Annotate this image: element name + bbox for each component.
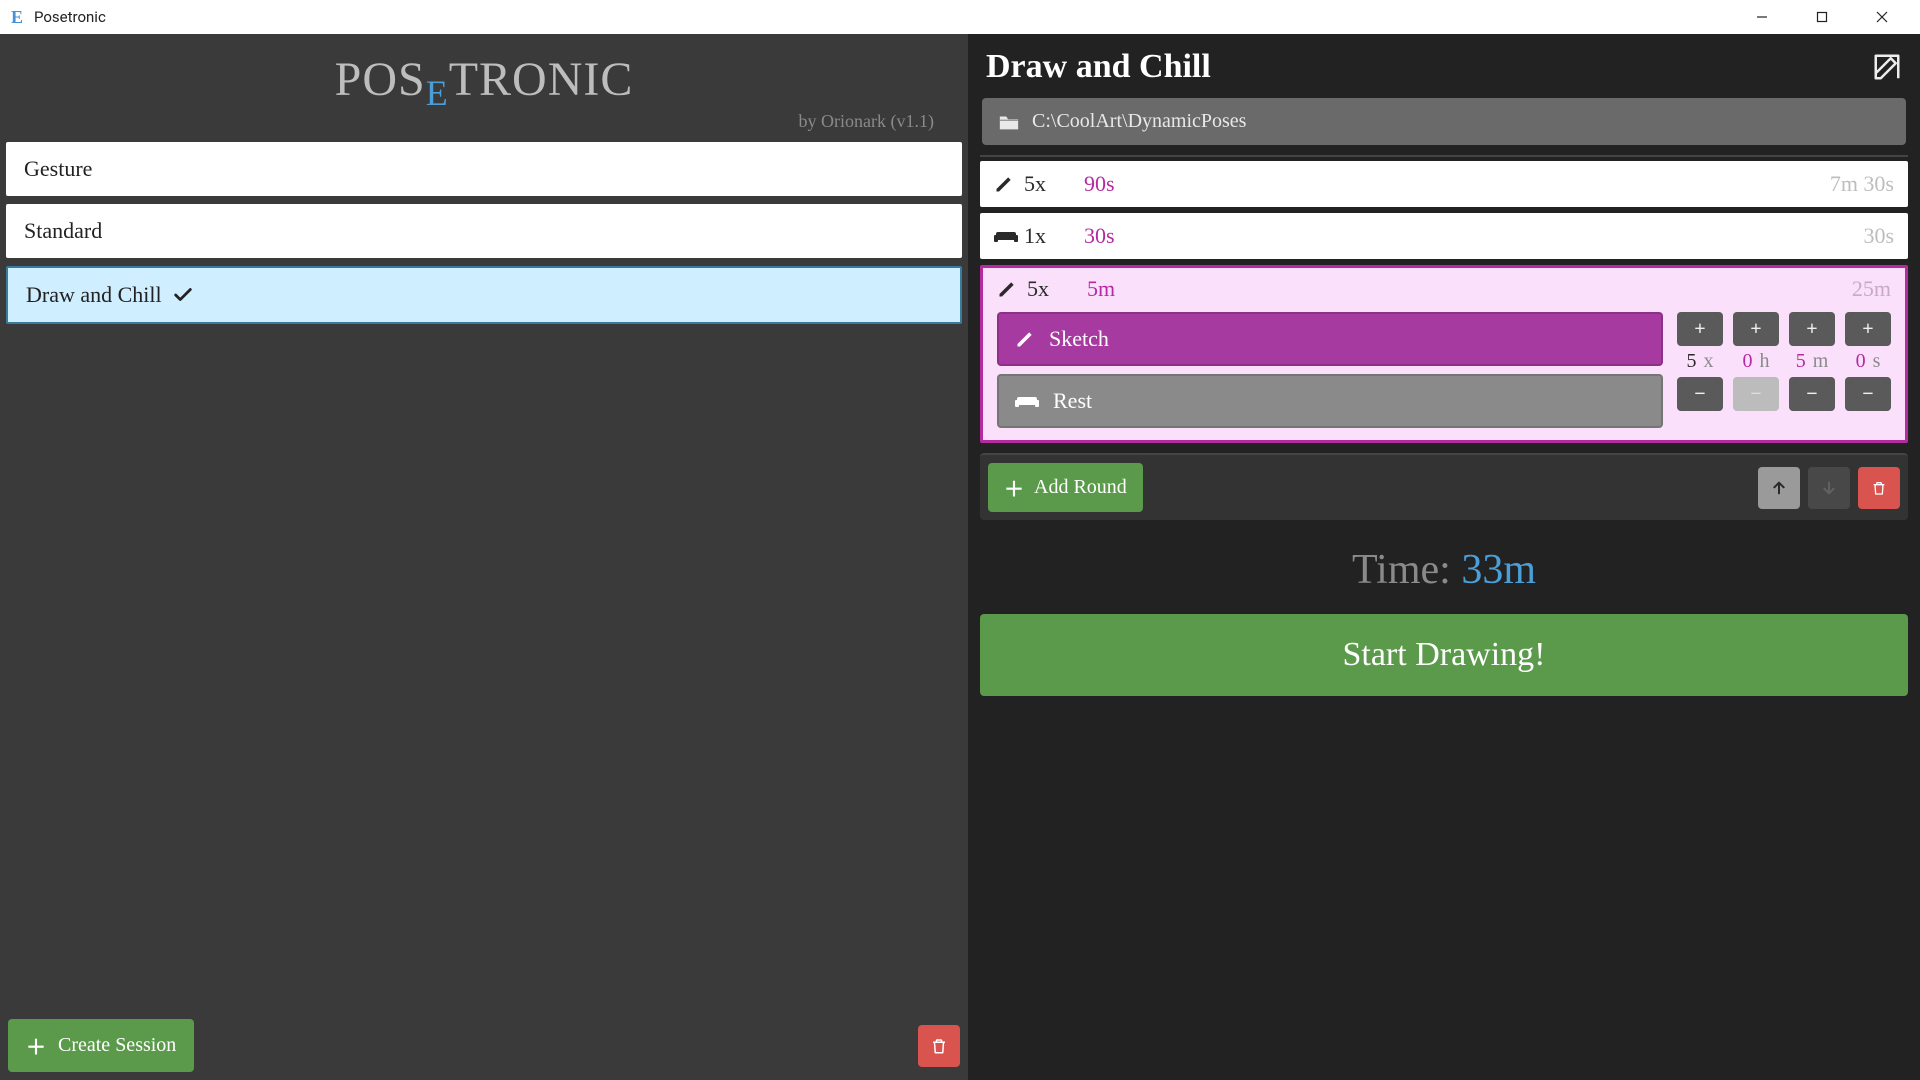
round-row[interactable]: 1x 30s 30s <box>980 213 1908 259</box>
round-total: 30s <box>1863 223 1894 249</box>
round-total: 25m <box>1852 276 1891 302</box>
titlebar: E Posetronic <box>0 0 1920 34</box>
count-plus-button[interactable]: + <box>1677 312 1723 346</box>
round-row[interactable]: 5x 90s 7m 30s <box>980 161 1908 207</box>
minimize-button[interactable] <box>1732 0 1792 34</box>
count-minus-button[interactable]: − <box>1677 377 1723 411</box>
pencil-icon <box>994 174 1024 194</box>
pencil-icon <box>997 279 1027 299</box>
logo-e: E <box>426 73 449 113</box>
check-icon <box>172 284 194 306</box>
arrow-up-icon <box>1771 480 1787 496</box>
trash-icon <box>1871 479 1887 497</box>
mode-rest-button[interactable]: Rest <box>997 374 1663 428</box>
arrow-down-icon <box>1821 480 1837 496</box>
round-action-bar: ＋ Add Round <box>980 453 1908 520</box>
total-time-label: Time: <box>1352 547 1461 593</box>
move-up-button[interactable] <box>1758 467 1800 509</box>
session-item-draw-and-chill[interactable]: Draw and Chill <box>6 266 962 324</box>
start-drawing-button[interactable]: Start Drawing! <box>980 614 1908 696</box>
minutes-value: 5 m <box>1796 350 1829 373</box>
round-duration: 5m <box>1087 276 1115 302</box>
trash-icon <box>930 1036 948 1056</box>
session-list: Gesture Standard Draw and Chill <box>0 142 968 332</box>
hours-stepper: + 0 h − <box>1733 312 1779 428</box>
session-item-standard[interactable]: Standard <box>6 204 962 258</box>
minutes-plus-button[interactable]: + <box>1789 312 1835 346</box>
byline: by Orionark (v1.1) <box>0 107 968 142</box>
app-icon: E <box>8 8 26 26</box>
logo-part1: POS <box>335 53 426 106</box>
round-duration: 30s <box>1084 223 1115 249</box>
folder-path: C:\CoolArt\DynamicPoses <box>1032 110 1246 133</box>
round-total: 7m 30s <box>1830 171 1894 197</box>
logo-part2: TRONIC <box>449 53 634 106</box>
delete-session-button[interactable] <box>918 1025 960 1067</box>
maximize-button[interactable] <box>1792 0 1852 34</box>
rounds-list: 5x 90s 7m 30s 1x 30s 30s 5x <box>980 155 1908 449</box>
session-item-gesture[interactable]: Gesture <box>6 142 962 196</box>
minutes-minus-button[interactable]: − <box>1789 377 1835 411</box>
couch-icon <box>1015 392 1039 410</box>
session-title: Draw and Chill <box>986 48 1211 86</box>
move-down-button[interactable] <box>1808 467 1850 509</box>
session-label: Draw and Chill <box>26 282 162 308</box>
round-duration: 90s <box>1084 171 1115 197</box>
plus-icon: ＋ <box>26 1031 46 1060</box>
folder-icon <box>998 112 1020 132</box>
window-title: Posetronic <box>34 8 106 26</box>
right-panel: Draw and Chill C:\CoolArt\DynamicPoses 5… <box>968 34 1920 1080</box>
seconds-minus-button[interactable]: − <box>1845 377 1891 411</box>
folder-selector[interactable]: C:\CoolArt\DynamicPoses <box>982 98 1906 145</box>
plus-icon: ＋ <box>1004 473 1024 502</box>
couch-icon <box>994 226 1024 246</box>
mode-sketch-button[interactable]: Sketch <box>997 312 1663 366</box>
delete-round-button[interactable] <box>1858 467 1900 509</box>
minutes-stepper: + 5 m − <box>1789 312 1835 428</box>
app-logo: POSETRONIC <box>0 52 968 107</box>
total-time-value: 33m <box>1461 547 1536 593</box>
create-session-button[interactable]: ＋ Create Session <box>8 1019 194 1072</box>
close-button[interactable] <box>1852 0 1912 34</box>
total-time: Time: 33m <box>968 546 1920 594</box>
count-stepper: + 5 x − <box>1677 312 1723 428</box>
hours-plus-button[interactable]: + <box>1733 312 1779 346</box>
seconds-stepper: + 0 s − <box>1845 312 1891 428</box>
create-session-label: Create Session <box>58 1034 176 1057</box>
session-label: Gesture <box>24 156 92 182</box>
round-count: 5x <box>1024 171 1084 197</box>
seconds-plus-button[interactable]: + <box>1845 312 1891 346</box>
round-count: 5x <box>1027 276 1087 302</box>
hours-value: 0 h <box>1743 350 1770 373</box>
add-round-button[interactable]: ＋ Add Round <box>988 463 1143 512</box>
session-label: Standard <box>24 218 102 244</box>
mode-label: Sketch <box>1049 326 1109 352</box>
seconds-value: 0 s <box>1856 350 1881 373</box>
add-round-label: Add Round <box>1034 476 1127 499</box>
left-panel: POSETRONIC by Orionark (v1.1) Gesture St… <box>0 34 968 1080</box>
count-value: 5 x <box>1687 350 1714 373</box>
edit-title-button[interactable] <box>1872 52 1902 82</box>
round-count: 1x <box>1024 223 1084 249</box>
left-bottom-bar: ＋ Create Session <box>0 1011 968 1080</box>
pencil-icon <box>1015 329 1035 349</box>
round-row-selected[interactable]: 5x 5m 25m Sketch Rest <box>980 265 1908 443</box>
hours-minus-button[interactable]: − <box>1733 377 1779 411</box>
mode-label: Rest <box>1053 388 1092 414</box>
start-label: Start Drawing! <box>1342 636 1545 673</box>
